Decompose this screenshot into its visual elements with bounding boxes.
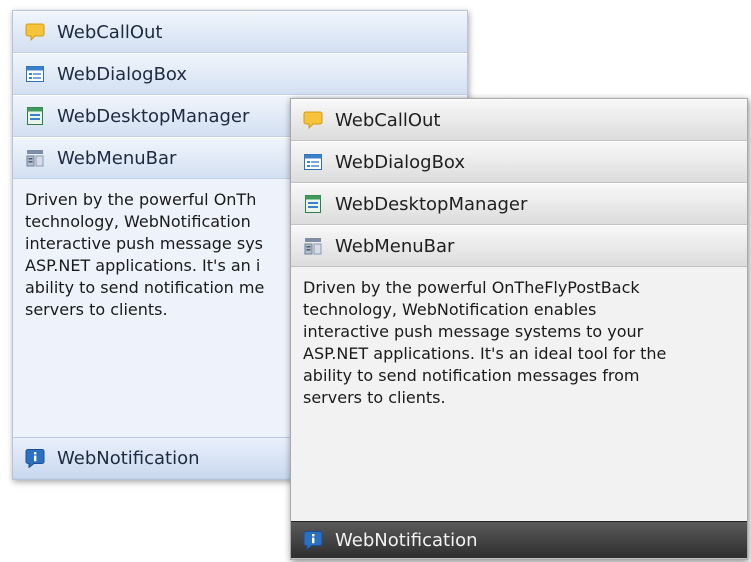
callout-icon [303, 111, 323, 130]
notification-icon [25, 449, 45, 468]
accordion-content-text: Driven by the powerful OnTheFlyPostBack … [303, 278, 667, 407]
accordion-item-webdialogbox[interactable]: WebDialogBox [13, 53, 467, 95]
accordion-item-webnotification[interactable]: WebNotification [291, 521, 747, 559]
desktop-manager-icon [305, 195, 321, 213]
accordion-item-webcallout[interactable]: WebCallOut [13, 11, 467, 53]
notification-icon [303, 531, 323, 550]
accordion-item-label: WebNotification [335, 529, 478, 551]
accordion-item-webmenubar[interactable]: WebMenuBar [291, 225, 747, 267]
accordion-item-label: WebNotification [57, 447, 200, 469]
callout-icon [25, 23, 45, 42]
accordion-item-label: WebDesktopManager [335, 193, 528, 215]
menu-bar-icon [304, 238, 322, 255]
accordion-item-label: WebMenuBar [335, 235, 455, 257]
menu-bar-icon [26, 150, 44, 167]
accordion-item-label: WebDesktopManager [57, 105, 250, 127]
accordion-item-webcallout[interactable]: WebCallOut [291, 99, 747, 141]
dialog-box-icon [304, 154, 322, 170]
accordion-item-label: WebCallOut [57, 21, 163, 43]
accordion-item-label: WebMenuBar [57, 147, 177, 169]
accordion-item-label: WebDialogBox [57, 63, 188, 85]
accordion-item-webdesktopmanager[interactable]: WebDesktopManager [291, 183, 747, 225]
accordion-item-webdialogbox[interactable]: WebDialogBox [291, 141, 747, 183]
accordion-panel-gray: WebCallOut WebDialogBox WebDesktopManage… [290, 98, 748, 560]
desktop-manager-icon [27, 107, 43, 125]
accordion-item-label: WebCallOut [335, 109, 441, 131]
accordion-item-label: WebDialogBox [335, 151, 466, 173]
dialog-box-icon [26, 66, 44, 82]
